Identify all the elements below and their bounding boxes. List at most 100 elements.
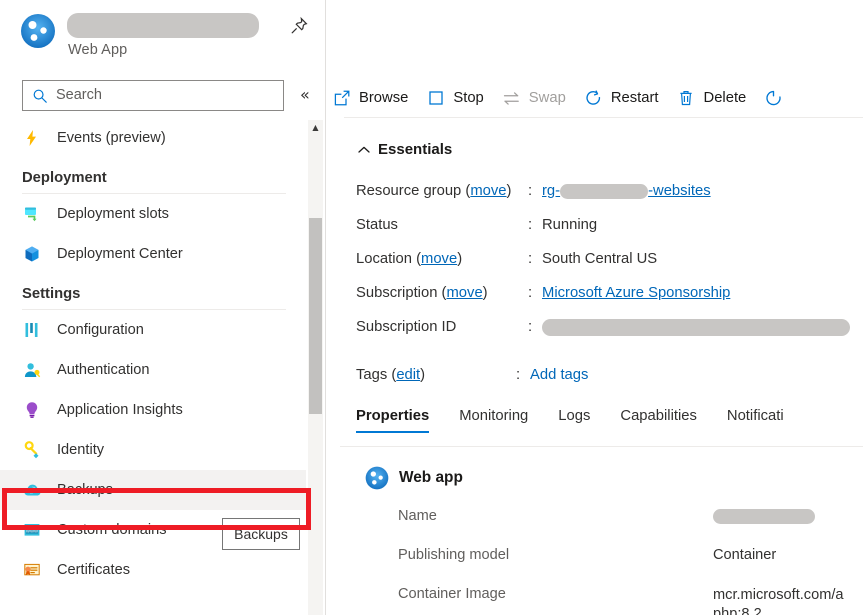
essentials-key: Resource group (move) <box>356 183 512 199</box>
essentials-key: Status <box>356 217 398 233</box>
sidebar-item-label: Application Insights <box>57 402 183 418</box>
move-link[interactable]: move <box>421 251 457 267</box>
toolbar-divider <box>344 117 863 118</box>
sidebar-item-label: Configuration <box>57 322 144 338</box>
essentials-colon: : <box>528 285 533 301</box>
property-row-name: Name <box>398 505 863 544</box>
sidebar-item-events-preview[interactable]: Events (preview) <box>0 118 306 158</box>
essentials-value: Microsoft Azure Sponsorship <box>542 285 730 301</box>
move-link[interactable]: move <box>446 285 482 301</box>
certificates-icon <box>22 560 42 580</box>
restart-circular-arrow-icon <box>584 89 603 108</box>
sidebar-group-deployment: Deployment <box>0 170 306 194</box>
essentials-row-location: Location (move) : South Central US <box>356 248 863 282</box>
sidebar-item-identity[interactable]: Identity <box>0 430 306 470</box>
essentials-value: Add tags <box>530 367 588 383</box>
sidebar-item-deployment-slots[interactable]: Deployment slots <box>0 194 306 234</box>
add-tags-link[interactable]: Add tags <box>530 367 588 383</box>
property-value: Container <box>713 547 777 563</box>
search-row: Search « <box>0 80 325 114</box>
essentials-key: Location (move) <box>356 251 463 267</box>
property-value: mcr.microsoft.com/a php:8.2 <box>713 586 844 615</box>
resource-left-pane: Web App Search « Events (preview) Deploy… <box>0 0 326 615</box>
scrollbar-thumb[interactable] <box>309 218 322 414</box>
search-input[interactable]: Search <box>22 80 284 111</box>
essentials-value: rg- -websites <box>542 183 711 199</box>
identity-key-icon <box>22 440 42 460</box>
tab-notifications[interactable]: Notificati <box>727 408 784 433</box>
delete-button[interactable]: Delete <box>671 80 753 116</box>
tab-capabilities[interactable]: Capabilities <box>620 408 697 433</box>
move-link[interactable]: move <box>470 183 506 199</box>
app-service-icon <box>365 466 389 490</box>
refresh-icon <box>764 89 783 108</box>
sidebar-group-label: Settings <box>22 286 81 302</box>
restart-button[interactable]: Restart <box>578 80 665 116</box>
sidebar-item-deployment-center[interactable]: Deployment Center <box>0 234 306 274</box>
browse-button[interactable]: Browse <box>326 80 414 116</box>
subscription-link[interactable]: Microsoft Azure Sponsorship <box>542 285 730 301</box>
essentials-key: Tags (edit) <box>356 367 426 383</box>
scroll-up-arrow-icon[interactable]: ▲ <box>308 120 323 135</box>
command-toolbar: Browse Stop Swap Restart Delete <box>326 78 863 118</box>
custom-domains-icon: WWW <box>22 520 42 540</box>
sidebar-item-authentication[interactable]: Authentication <box>0 350 306 390</box>
tab-logs[interactable]: Logs <box>558 408 590 433</box>
essentials-colon: : <box>528 319 533 335</box>
resource-type-label: Web App <box>68 42 128 58</box>
essentials-row-status: Status : Running <box>356 214 863 248</box>
configuration-icon <box>22 320 42 340</box>
sidebar-item-label: Backups <box>57 482 113 498</box>
swap-button[interactable]: Swap <box>496 80 572 116</box>
sidebar-item-backups[interactable]: Backups <box>0 470 306 510</box>
sidebar-item-label: Events (preview) <box>57 130 166 146</box>
sidebar-item-application-insights[interactable]: Application Insights <box>0 390 306 430</box>
toolbar-button-label: Swap <box>528 90 566 106</box>
property-row-publishing-model: Publishing model Container <box>398 544 863 583</box>
sidebar-item-label: Custom domains <box>57 522 167 538</box>
essentials-colon: : <box>528 251 533 267</box>
redacted-value <box>560 183 649 199</box>
resource-group-link[interactable]: rg- -websites <box>542 183 711 199</box>
tab-monitoring[interactable]: Monitoring <box>459 408 528 433</box>
authentication-icon <box>22 360 42 380</box>
property-key: Publishing model <box>398 547 510 563</box>
essentials-section-header[interactable]: Essentials <box>356 141 452 158</box>
edit-tags-link[interactable]: edit <box>396 367 420 383</box>
essentials-colon: : <box>528 183 533 199</box>
trash-delete-icon <box>677 89 696 108</box>
application-insights-icon <box>22 400 42 420</box>
essentials-colon: : <box>528 217 533 233</box>
pin-icon[interactable] <box>285 12 313 40</box>
essentials-title: Essentials <box>378 141 453 158</box>
essentials-row-subscription-id: Subscription ID : <box>356 316 863 350</box>
sidebar-item-certificates[interactable]: Certificates <box>0 550 306 590</box>
sidebar-scrollbar[interactable]: ▲ <box>308 120 323 615</box>
backups-tooltip: Backups <box>222 518 300 550</box>
search-placeholder: Search <box>56 87 102 104</box>
sidebar-item-configuration[interactable]: Configuration <box>0 310 306 350</box>
azure-portal-screen: Web App Search « Events (preview) Deploy… <box>0 0 863 615</box>
essentials-row-resource-group: Resource group (move) : rg- -websites <box>356 180 863 214</box>
status-value: Running <box>542 217 598 233</box>
tab-properties[interactable]: Properties <box>356 408 430 433</box>
container-image-line1: mcr.microsoft.com/a <box>713 587 844 603</box>
chevron-up-icon <box>356 142 372 158</box>
app-service-icon <box>21 14 55 48</box>
redacted-subscription-id <box>542 319 850 336</box>
toolbar-button-label: Browse <box>359 90 409 106</box>
deployment-center-icon <box>22 244 42 264</box>
essentials-row-tags: Tags (edit) : Add tags <box>356 364 863 398</box>
property-key: Name <box>398 508 437 524</box>
resource-name-redacted <box>67 13 259 38</box>
toolbar-button-label: Stop <box>453 90 484 106</box>
sidebar-item-label: Deployment Center <box>57 246 183 262</box>
tabs-divider <box>340 446 863 447</box>
stop-button[interactable]: Stop <box>420 80 489 116</box>
resource-header: Web App <box>0 0 325 68</box>
sidebar-group-settings: Settings <box>0 286 306 310</box>
properties-grid: Name Publishing model Container Containe… <box>398 505 863 615</box>
refresh-button[interactable] <box>758 80 789 116</box>
collapse-pane-icon[interactable]: « <box>300 85 310 104</box>
redacted-name <box>713 508 815 524</box>
